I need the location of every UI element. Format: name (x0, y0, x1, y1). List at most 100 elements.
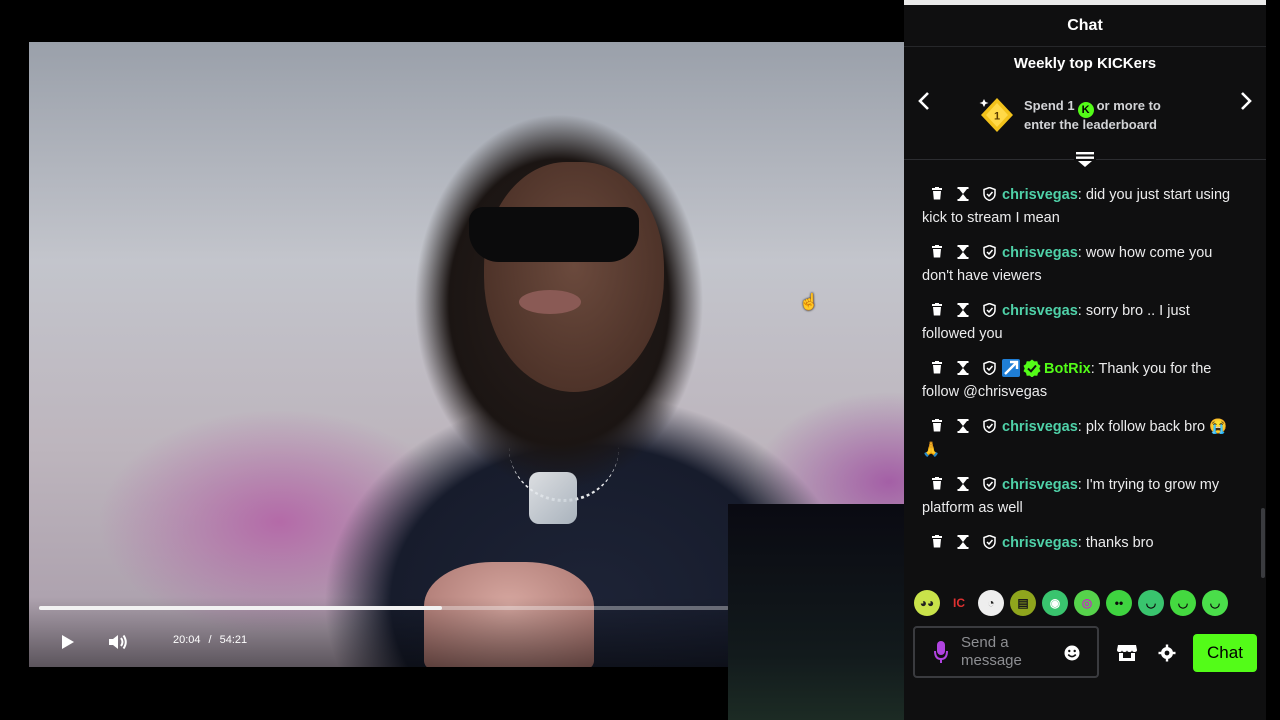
chat-message: BotRix: Thank you for the follow @chrisv… (904, 352, 1266, 410)
chat-messages[interactable]: chrisvegas: did you just start using kic… (904, 178, 1266, 578)
emote-10-icon[interactable]: ◡ (1202, 590, 1228, 616)
emote-3-icon[interactable]: ◔ (978, 590, 1004, 616)
chat-scrollbar[interactable] (1261, 508, 1265, 578)
chat-message-text: thanks bro (1085, 535, 1154, 551)
chat-username[interactable]: BotRix (1044, 361, 1091, 377)
timeout-user-icon[interactable] (956, 186, 970, 201)
volume-button[interactable] (106, 630, 130, 654)
chat-username[interactable]: chrisvegas (1002, 187, 1078, 203)
chat-settings-button[interactable] (1156, 642, 1178, 664)
emote-9-icon[interactable]: ◡ (1170, 590, 1196, 616)
emote-5-icon[interactable]: ◉ (1042, 590, 1068, 616)
leaderboard-line1: Spend 1 Kor more to (1024, 97, 1161, 118)
chat-username[interactable]: chrisvegas (1002, 245, 1078, 261)
leaderboard-next-button[interactable] (1232, 88, 1258, 114)
kick-coin-icon: K (1077, 101, 1094, 118)
stream-page: ☝ 20:04/54:21 Chat Weekly top KICKers 1 … (0, 0, 1280, 720)
emote-1-icon[interactable]: ◕◕ (914, 590, 940, 616)
chat-message: chrisvegas: I'm trying to grow my platfo… (904, 468, 1266, 526)
chat-message: chrisvegas: sorry bro .. I just followed… (904, 294, 1266, 352)
duration: 54:21 (219, 634, 248, 646)
leaderboard-line1-prefix: Spend 1 (1024, 97, 1075, 113)
collapse-icon (1076, 152, 1094, 167)
ban-user-icon[interactable] (982, 360, 996, 375)
video-frame-lips (519, 290, 581, 314)
chat-message: chrisvegas: thanks bro (904, 526, 1266, 561)
chat-message-colon: : (1077, 477, 1086, 493)
mod-tools (930, 302, 996, 317)
bot-badge-icon (1002, 359, 1020, 377)
ban-user-icon[interactable] (982, 476, 996, 491)
mod-tools (930, 244, 996, 259)
leaderboard-line2: enter the leaderboard (1024, 116, 1157, 132)
mod-tools (930, 186, 996, 201)
delete-message-icon[interactable] (930, 419, 944, 433)
ban-user-icon[interactable] (982, 244, 996, 259)
delete-message-icon[interactable] (930, 245, 944, 259)
ban-user-icon[interactable] (982, 186, 996, 201)
chat-message-colon: : (1077, 535, 1086, 551)
send-chat-button[interactable]: Chat (1193, 634, 1257, 672)
mod-tools (930, 476, 996, 491)
chat-input-row: Send a message Chat (913, 626, 1261, 678)
delete-message-icon[interactable] (930, 477, 944, 491)
chat-message: chrisvegas: wow how come you don't have … (904, 236, 1266, 294)
timeout-user-icon[interactable] (956, 418, 970, 433)
chat-panel: Chat Weekly top KICKers 1 Spend 1 Kor mor… (904, 0, 1266, 720)
timeout-user-icon[interactable] (956, 360, 970, 375)
play-button[interactable] (55, 630, 79, 654)
delete-message-icon[interactable] (930, 187, 944, 201)
video-frame-face (484, 162, 664, 392)
verified-badge-icon (1023, 359, 1041, 377)
webcam-overlay (728, 504, 904, 720)
emote-8-icon[interactable]: ◡ (1138, 590, 1164, 616)
leaderboard-prev-button[interactable] (912, 88, 938, 114)
volume-icon (109, 634, 127, 650)
chat-username[interactable]: chrisvegas (1002, 419, 1078, 435)
chat-message-colon: : (1077, 419, 1086, 435)
leaderboard-info: 1 Spend 1 Kor more to enter the leaderboa… (978, 96, 1161, 134)
message-input[interactable]: Send a message (913, 626, 1099, 678)
chat-message-colon: : (1077, 245, 1086, 261)
timeout-user-icon[interactable] (956, 302, 970, 317)
chat-message-colon: : (1090, 361, 1099, 377)
delete-message-icon[interactable] (930, 535, 944, 549)
emote-7-icon[interactable]: •• (1106, 590, 1132, 616)
ban-user-icon[interactable] (982, 418, 996, 433)
ban-user-icon[interactable] (982, 534, 996, 549)
pointer-cursor-icon: ☝ (799, 294, 819, 311)
chat-username[interactable]: chrisvegas (1002, 535, 1078, 551)
chevron-right-icon (1241, 92, 1252, 110)
time-separator: / (208, 634, 212, 646)
emoji-picker-icon[interactable] (1063, 644, 1081, 662)
gear-icon (1158, 644, 1176, 662)
leaderboard-banner: Weekly top KICKers 1 Spend 1Kor more to (904, 48, 1266, 169)
store-button[interactable] (1116, 642, 1138, 664)
microphone-icon[interactable] (933, 640, 949, 664)
timeout-user-icon[interactable] (956, 534, 970, 549)
seek-bar[interactable] (39, 606, 729, 610)
collapse-leaderboard-button[interactable] (1074, 149, 1096, 169)
store-icon (1117, 645, 1137, 661)
ban-user-icon[interactable] (982, 302, 996, 317)
seek-bar-fill (39, 606, 443, 610)
chat-username[interactable]: chrisvegas (1002, 477, 1078, 493)
rank-coin-label: 1 (994, 111, 1000, 123)
chat-title: Chat (904, 5, 1266, 47)
play-icon (62, 635, 74, 649)
message-placeholder: Send a message (961, 634, 1022, 669)
leaderboard-line1-suffix: or more to (1096, 97, 1161, 113)
current-time: 20:04 (173, 634, 201, 646)
emote-ic-icon[interactable]: IC (946, 590, 972, 616)
timeout-user-icon[interactable] (956, 244, 970, 259)
timeout-user-icon[interactable] (956, 476, 970, 491)
rank-coin-icon: 1 (979, 98, 1013, 132)
delete-message-icon[interactable] (930, 303, 944, 317)
emote-bar: ◕◕ IC ◔ ▤ ◉ ◎ •• ◡ ◡ ◡ (914, 590, 1228, 616)
delete-message-icon[interactable] (930, 361, 944, 375)
emote-6-icon[interactable]: ◎ (1074, 590, 1100, 616)
emote-4-icon[interactable]: ▤ (1010, 590, 1036, 616)
chat-username[interactable]: chrisvegas (1002, 303, 1078, 319)
video-frame-glasses (469, 207, 639, 262)
chat-message-colon: : (1077, 303, 1086, 319)
